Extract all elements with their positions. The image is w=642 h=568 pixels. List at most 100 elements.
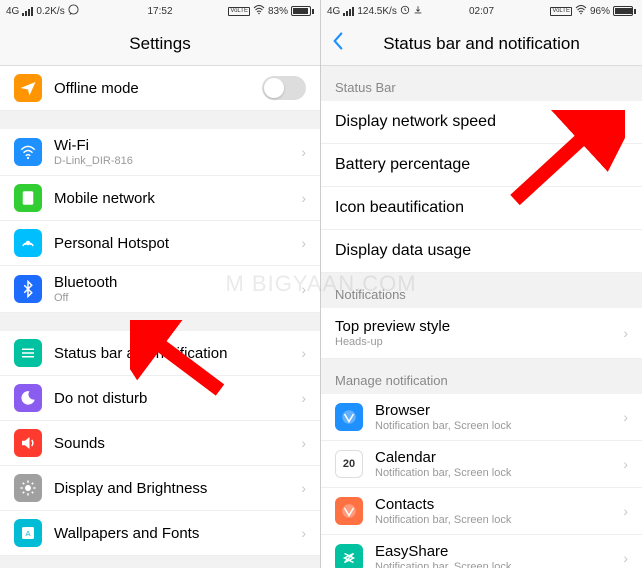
row-label: Do not disturb	[54, 390, 295, 407]
row-mobile-network[interactable]: Mobile network ›	[0, 176, 320, 221]
clock: 17:52	[147, 6, 172, 17]
row-app-contacts[interactable]: ContactsNotification bar, Screen lock ›	[321, 488, 642, 535]
svg-text:A: A	[25, 529, 30, 538]
lte-icon: VoLTE	[228, 7, 250, 16]
status-bar: 4G 0.2K/s 17:52 VoLTE 83%	[0, 0, 320, 22]
chevron-icon: ›	[301, 525, 306, 541]
row-sounds[interactable]: Sounds ›	[0, 421, 320, 466]
row-label: Wi-Fi	[54, 137, 295, 154]
plane-icon	[14, 74, 42, 102]
row-app-browser[interactable]: BrowserNotification bar, Screen lock ›	[321, 394, 642, 441]
battery-pct: 83%	[268, 6, 288, 17]
battery-icon	[613, 6, 636, 16]
back-button[interactable]	[331, 31, 345, 57]
wifi-icon	[14, 138, 42, 166]
row-label: Sounds	[54, 435, 295, 452]
net-label: 4G	[327, 6, 340, 17]
clock-small-icon	[400, 5, 410, 18]
row-label: Contacts	[375, 496, 617, 513]
signal-icon	[22, 7, 33, 16]
row-battery-percentage[interactable]: Battery percentage	[321, 144, 642, 187]
bt-icon	[14, 275, 42, 303]
row-app-calendar[interactable]: 20 CalendarNotification bar, Screen lock ›	[321, 441, 642, 488]
row-sub: Notification bar, Screen lock	[375, 514, 617, 526]
chevron-icon: ›	[301, 144, 306, 160]
row-label: Display data usage	[335, 242, 471, 260]
speed-label: 124.5K/s	[357, 6, 396, 17]
row-label: Offline mode	[54, 80, 262, 97]
bright-icon	[14, 474, 42, 502]
vivo-icon	[335, 403, 363, 431]
row-label: Icon beautification	[335, 199, 464, 217]
row-display-and-brightness[interactable]: Display and Brightness ›	[0, 466, 320, 511]
sound-icon	[14, 429, 42, 457]
row-display-data-usage[interactable]: Display data usage	[321, 230, 642, 273]
cal-icon: 20	[335, 450, 363, 478]
battery-pct: 96%	[590, 6, 610, 17]
share-icon	[335, 544, 363, 568]
settings-list: Offline modeWi-FiD-Link_DIR-816›Mobile n…	[0, 66, 320, 568]
row-label: Mobile network	[54, 190, 295, 207]
row-sub: Notification bar, Screen lock	[375, 420, 617, 432]
row-label: Calendar	[375, 449, 617, 466]
row-display-network-speed[interactable]: Display network speed	[321, 101, 642, 144]
net-label: 4G	[6, 6, 19, 17]
chevron-icon: ›	[301, 235, 306, 251]
row-do-not-disturb[interactable]: Do not disturb ›	[0, 376, 320, 421]
row-offline-mode[interactable]: Offline mode	[0, 66, 320, 111]
page-title: Status bar and notification	[383, 34, 580, 54]
row-label: Browser	[375, 402, 617, 419]
row-label: Display network speed	[335, 113, 496, 131]
row-sub: Notification bar, Screen lock	[375, 561, 617, 568]
row-wallpapers-and-fonts[interactable]: A Wallpapers and Fonts ›	[0, 511, 320, 556]
moon-icon	[14, 384, 42, 412]
wall-icon: A	[14, 519, 42, 547]
row-top-preview-style[interactable]: Top preview style Heads-up ›	[321, 308, 642, 359]
wifi-icon	[575, 5, 587, 18]
chevron-icon: ›	[623, 456, 628, 472]
lte-icon: VoLTE	[550, 7, 572, 16]
row-icon-beautification[interactable]: Icon beautification	[321, 187, 642, 230]
row-sub: Heads-up	[335, 336, 617, 348]
row-label: Wallpapers and Fonts	[54, 525, 295, 542]
chevron-icon: ›	[301, 480, 306, 496]
toggle[interactable]	[262, 76, 306, 100]
bars-icon	[14, 339, 42, 367]
header: Status bar and notification	[321, 22, 642, 66]
battery-icon	[291, 6, 314, 16]
chevron-icon: ›	[301, 190, 306, 206]
status-bar: 4G 124.5K/s 02:07 VoLTE 96%	[321, 0, 642, 22]
header: Settings	[0, 22, 320, 66]
row-sub: D-Link_DIR-816	[54, 155, 295, 167]
chevron-icon: ›	[623, 550, 628, 566]
page-title: Settings	[129, 34, 190, 54]
chevron-icon: ›	[623, 503, 628, 519]
speed-label: 0.2K/s	[36, 6, 64, 17]
row-label: Top preview style	[335, 318, 617, 335]
hotspot-icon	[14, 229, 42, 257]
clock: 02:07	[469, 6, 494, 17]
vivo-icon	[335, 497, 363, 525]
download-icon	[413, 5, 423, 18]
row-wi-fi[interactable]: Wi-FiD-Link_DIR-816 ›	[0, 129, 320, 176]
row-status-bar-and-notification[interactable]: Status bar and notification ›	[0, 331, 320, 376]
row-sub: Notification bar, Screen lock	[375, 467, 617, 479]
section-manage-notification: Manage notification	[321, 359, 642, 394]
row-app-easyshare[interactable]: EasyShareNotification bar, Screen lock ›	[321, 535, 642, 568]
chevron-icon: ›	[623, 325, 628, 341]
signal-icon	[343, 7, 354, 16]
chevron-icon: ›	[301, 345, 306, 361]
row-label: Battery percentage	[335, 156, 470, 174]
row-label: EasyShare	[375, 543, 617, 560]
sim-icon	[14, 184, 42, 212]
wifi-icon	[253, 5, 265, 18]
row-label: Status bar and notification	[54, 345, 295, 362]
row-label: Display and Brightness	[54, 480, 295, 497]
chevron-icon: ›	[623, 409, 628, 425]
row-label: Personal Hotspot	[54, 235, 295, 252]
chevron-icon: ›	[301, 390, 306, 406]
section-status-bar: Status Bar	[321, 66, 642, 101]
chevron-icon: ›	[301, 435, 306, 451]
whatsapp-icon	[68, 4, 79, 18]
row-personal-hotspot[interactable]: Personal Hotspot ›	[0, 221, 320, 266]
